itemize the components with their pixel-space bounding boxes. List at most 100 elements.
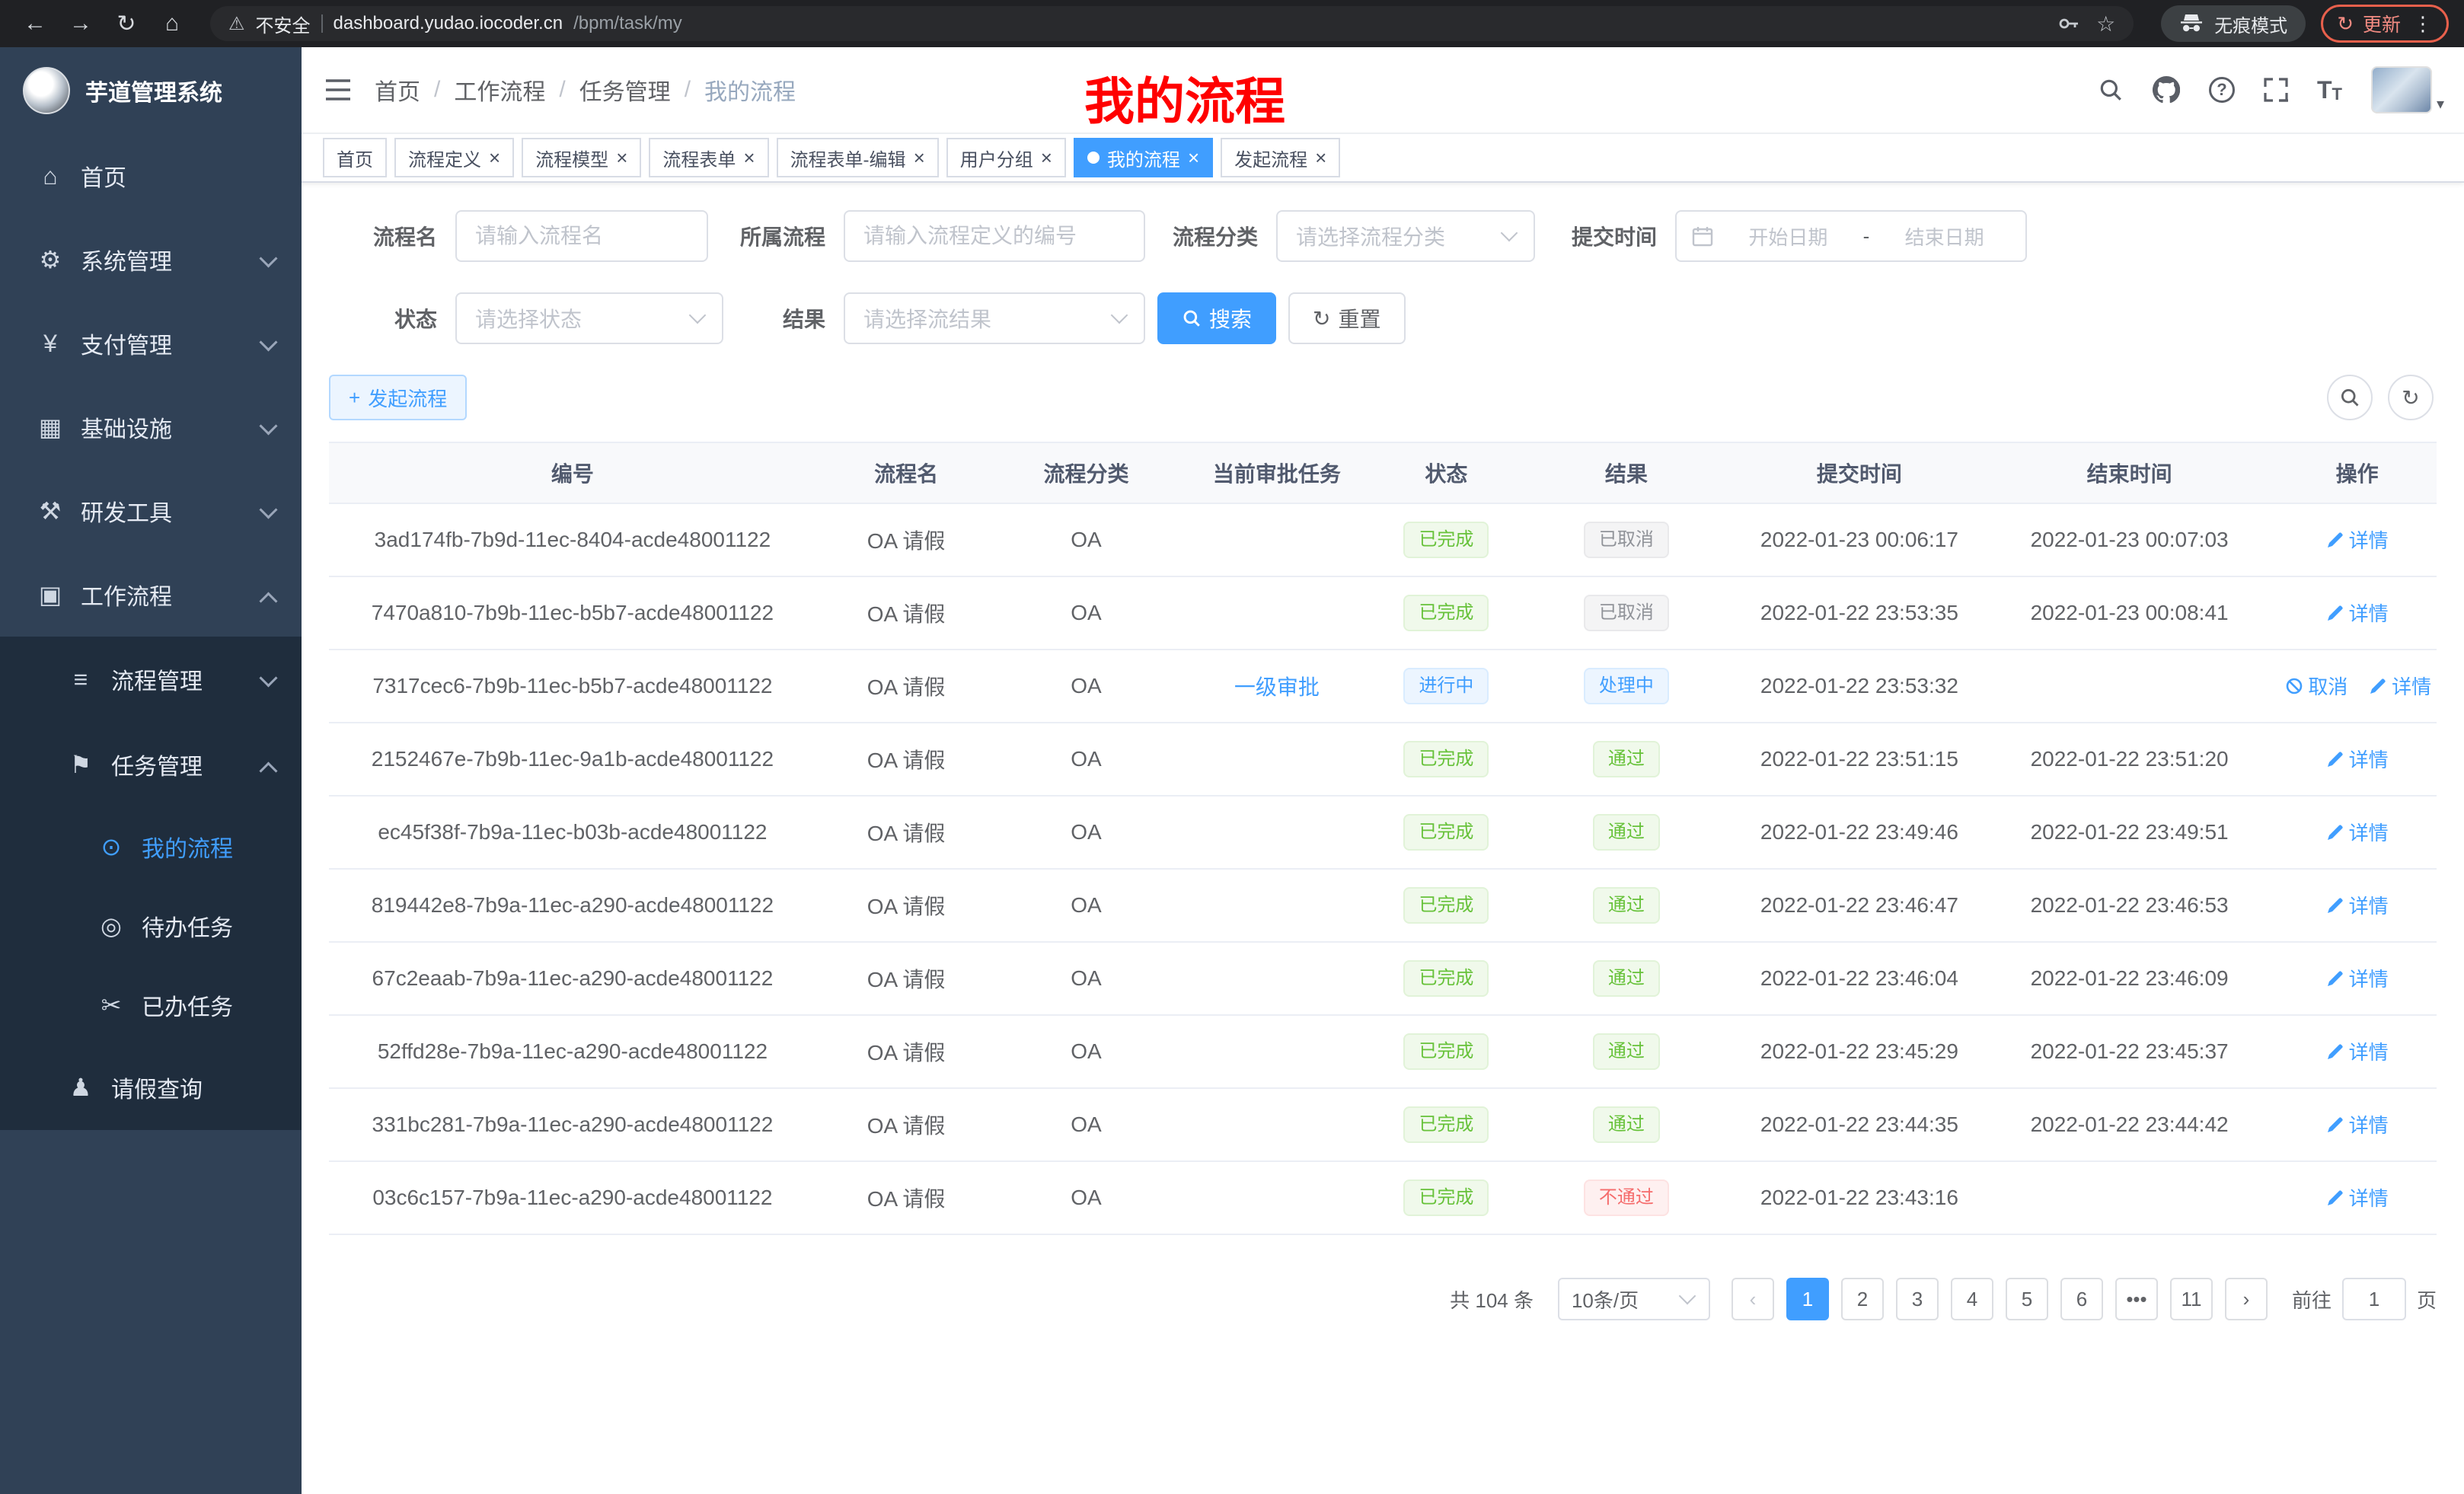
app-title: 芋道管理系统	[85, 74, 222, 107]
page-number-button[interactable]: 5	[2006, 1278, 2048, 1320]
detail-button[interactable]: 详情	[2326, 745, 2389, 773]
chevron-icon	[262, 503, 277, 519]
tab-label: 流程模型	[535, 145, 608, 171]
menu-label: 系统管理	[81, 243, 172, 276]
status-badge: 已完成	[1403, 1106, 1489, 1143]
process-category: OA	[996, 942, 1176, 1015]
font-size-icon[interactable]: TT	[2317, 76, 2342, 104]
page-number-button[interactable]: 3	[1896, 1278, 1939, 1320]
view-tab[interactable]: 流程表单 ×	[649, 138, 768, 177]
sidebar-item-leave-query[interactable]: 请假查询	[0, 1045, 302, 1130]
app-logo[interactable]: 芋道管理系统	[0, 47, 302, 134]
category-select[interactable]: 请选择流程分类	[1276, 210, 1535, 262]
breadcrumb-link[interactable]: 任务管理	[579, 73, 671, 107]
sidebar-item[interactable]: 系统管理	[0, 218, 302, 302]
end-time	[1981, 1161, 2277, 1234]
back-icon[interactable]: ←	[15, 4, 55, 43]
hamburger-icon[interactable]	[302, 78, 375, 101]
bookmark-star-icon[interactable]: ☆	[2096, 11, 2115, 37]
sidebar-item-my-process[interactable]: 我的流程	[0, 807, 302, 886]
view-tab[interactable]: 我的流程 ×	[1074, 138, 1213, 177]
sidebar-item[interactable]: 工作流程	[0, 553, 302, 637]
prev-page-button[interactable]: ‹	[1732, 1278, 1774, 1320]
close-icon[interactable]: ×	[914, 148, 925, 168]
view-tab[interactable]: 流程表单-编辑 ×	[777, 138, 939, 177]
page-number-button[interactable]: 11	[2170, 1278, 2213, 1320]
result-select[interactable]: 请选择流结果	[844, 292, 1145, 344]
start-process-button[interactable]: + 发起流程	[329, 375, 467, 420]
sidebar-menu: 首页 系统管理 支付管理 基础设施	[0, 134, 302, 1130]
search-icon[interactable]	[2098, 77, 2124, 103]
result-badge: 处理中	[1584, 668, 1669, 704]
user-menu[interactable]: ▾	[2371, 66, 2444, 113]
detail-button[interactable]: 详情	[2326, 525, 2389, 554]
fullscreen-icon[interactable]	[2264, 78, 2288, 102]
page-number-button[interactable]: 6	[2060, 1278, 2103, 1320]
sidebar-item-todo-tasks[interactable]: 待办任务	[0, 886, 302, 966]
close-icon[interactable]: ×	[1188, 148, 1199, 168]
process-table: 编号 流程名 流程分类 当前审批任务 状态 结果 提交时间	[329, 442, 2437, 1235]
sidebar-item[interactable]: 首页	[0, 134, 302, 218]
view-tab[interactable]: 发起流程 ×	[1221, 138, 1340, 177]
detail-button[interactable]: 详情	[2326, 1183, 2389, 1211]
close-icon[interactable]: ×	[1315, 148, 1326, 168]
parent-process-input[interactable]	[844, 210, 1145, 262]
sidebar-item[interactable]: 支付管理	[0, 302, 302, 385]
forward-icon[interactable]: →	[61, 4, 101, 43]
close-icon[interactable]: ×	[1041, 148, 1052, 168]
detail-button[interactable]: 详情	[2326, 599, 2389, 627]
breadcrumb-link[interactable]: 我的流程	[704, 73, 796, 107]
page-number-button[interactable]: •••	[2115, 1278, 2158, 1320]
status-select[interactable]: 请选择状态	[455, 292, 723, 344]
detail-button[interactable]: 详情	[2326, 1037, 2389, 1065]
next-page-button[interactable]: ›	[2225, 1278, 2268, 1320]
logo-image	[23, 67, 70, 114]
detail-button[interactable]: 详情	[2326, 964, 2389, 992]
browser-home-icon[interactable]: ⌂	[152, 4, 192, 43]
security-label[interactable]: 不安全	[256, 11, 311, 37]
breadcrumb-link[interactable]: 工作流程	[454, 73, 545, 107]
page-size-select[interactable]: 10条/页	[1558, 1278, 1710, 1320]
address-bar[interactable]: ⚠ 不安全 dashboard.yudao.iocoder.cn /bpm/ta…	[210, 6, 2134, 41]
detail-button[interactable]: 详情	[2369, 672, 2431, 700]
sidebar-item-process-management[interactable]: 流程管理	[0, 637, 302, 722]
cancel-button[interactable]: 取消	[2285, 672, 2348, 700]
goto-page-input[interactable]	[2342, 1278, 2406, 1320]
process-id: 03c6c157-7b9a-11ec-a290-acde48001122	[329, 1161, 816, 1234]
detail-button[interactable]: 详情	[2326, 818, 2389, 846]
current-task-link[interactable]: 一级审批	[1234, 675, 1320, 699]
reset-button[interactable]: ↻ 重置	[1288, 292, 1405, 344]
sidebar-item-done-tasks[interactable]: 已办任务	[0, 966, 302, 1045]
sidebar-item[interactable]: 基础设施	[0, 385, 302, 469]
result-badge: 通过	[1593, 814, 1660, 851]
help-icon[interactable]: ?	[2209, 77, 2235, 103]
detail-button[interactable]: 详情	[2326, 1110, 2389, 1138]
search-button[interactable]: 搜索	[1157, 292, 1276, 344]
reload-icon[interactable]: ↻	[107, 4, 146, 43]
sidebar-item-task-management[interactable]: 任务管理	[0, 722, 302, 807]
table-refresh-button[interactable]: ↻	[2388, 375, 2434, 420]
view-tab[interactable]: 流程模型 ×	[522, 138, 641, 177]
github-icon[interactable]	[2153, 76, 2180, 104]
breadcrumb-link[interactable]: 首页	[375, 73, 420, 107]
close-icon[interactable]: ×	[616, 148, 627, 168]
process-name-input[interactable]	[455, 210, 708, 262]
update-button[interactable]: ↻ 更新 ⋮	[2321, 5, 2449, 43]
detail-button[interactable]: 详情	[2326, 891, 2389, 919]
close-icon[interactable]: ×	[743, 148, 755, 168]
view-tab[interactable]: 首页	[323, 138, 387, 177]
process-name: OA 请假	[816, 942, 996, 1015]
key-icon[interactable]	[2057, 11, 2081, 36]
page-number-button[interactable]: 4	[1951, 1278, 1993, 1320]
menu-kebab-icon[interactable]: ⋮	[2413, 12, 2433, 36]
process-name: OA 请假	[816, 723, 996, 796]
page-number-button[interactable]: 1	[1786, 1278, 1829, 1320]
submit-time-range-picker[interactable]: 开始日期 - 结束日期	[1675, 210, 2027, 262]
sidebar-item[interactable]: 研发工具	[0, 469, 302, 553]
page-number-button[interactable]: 2	[1841, 1278, 1884, 1320]
view-tab[interactable]: 流程定义 ×	[394, 138, 514, 177]
end-time: 2022-01-22 23:49:51	[1981, 796, 2277, 869]
table-search-button[interactable]	[2327, 375, 2373, 420]
close-icon[interactable]: ×	[489, 148, 500, 168]
view-tab[interactable]: 用户分组 ×	[946, 138, 1066, 177]
